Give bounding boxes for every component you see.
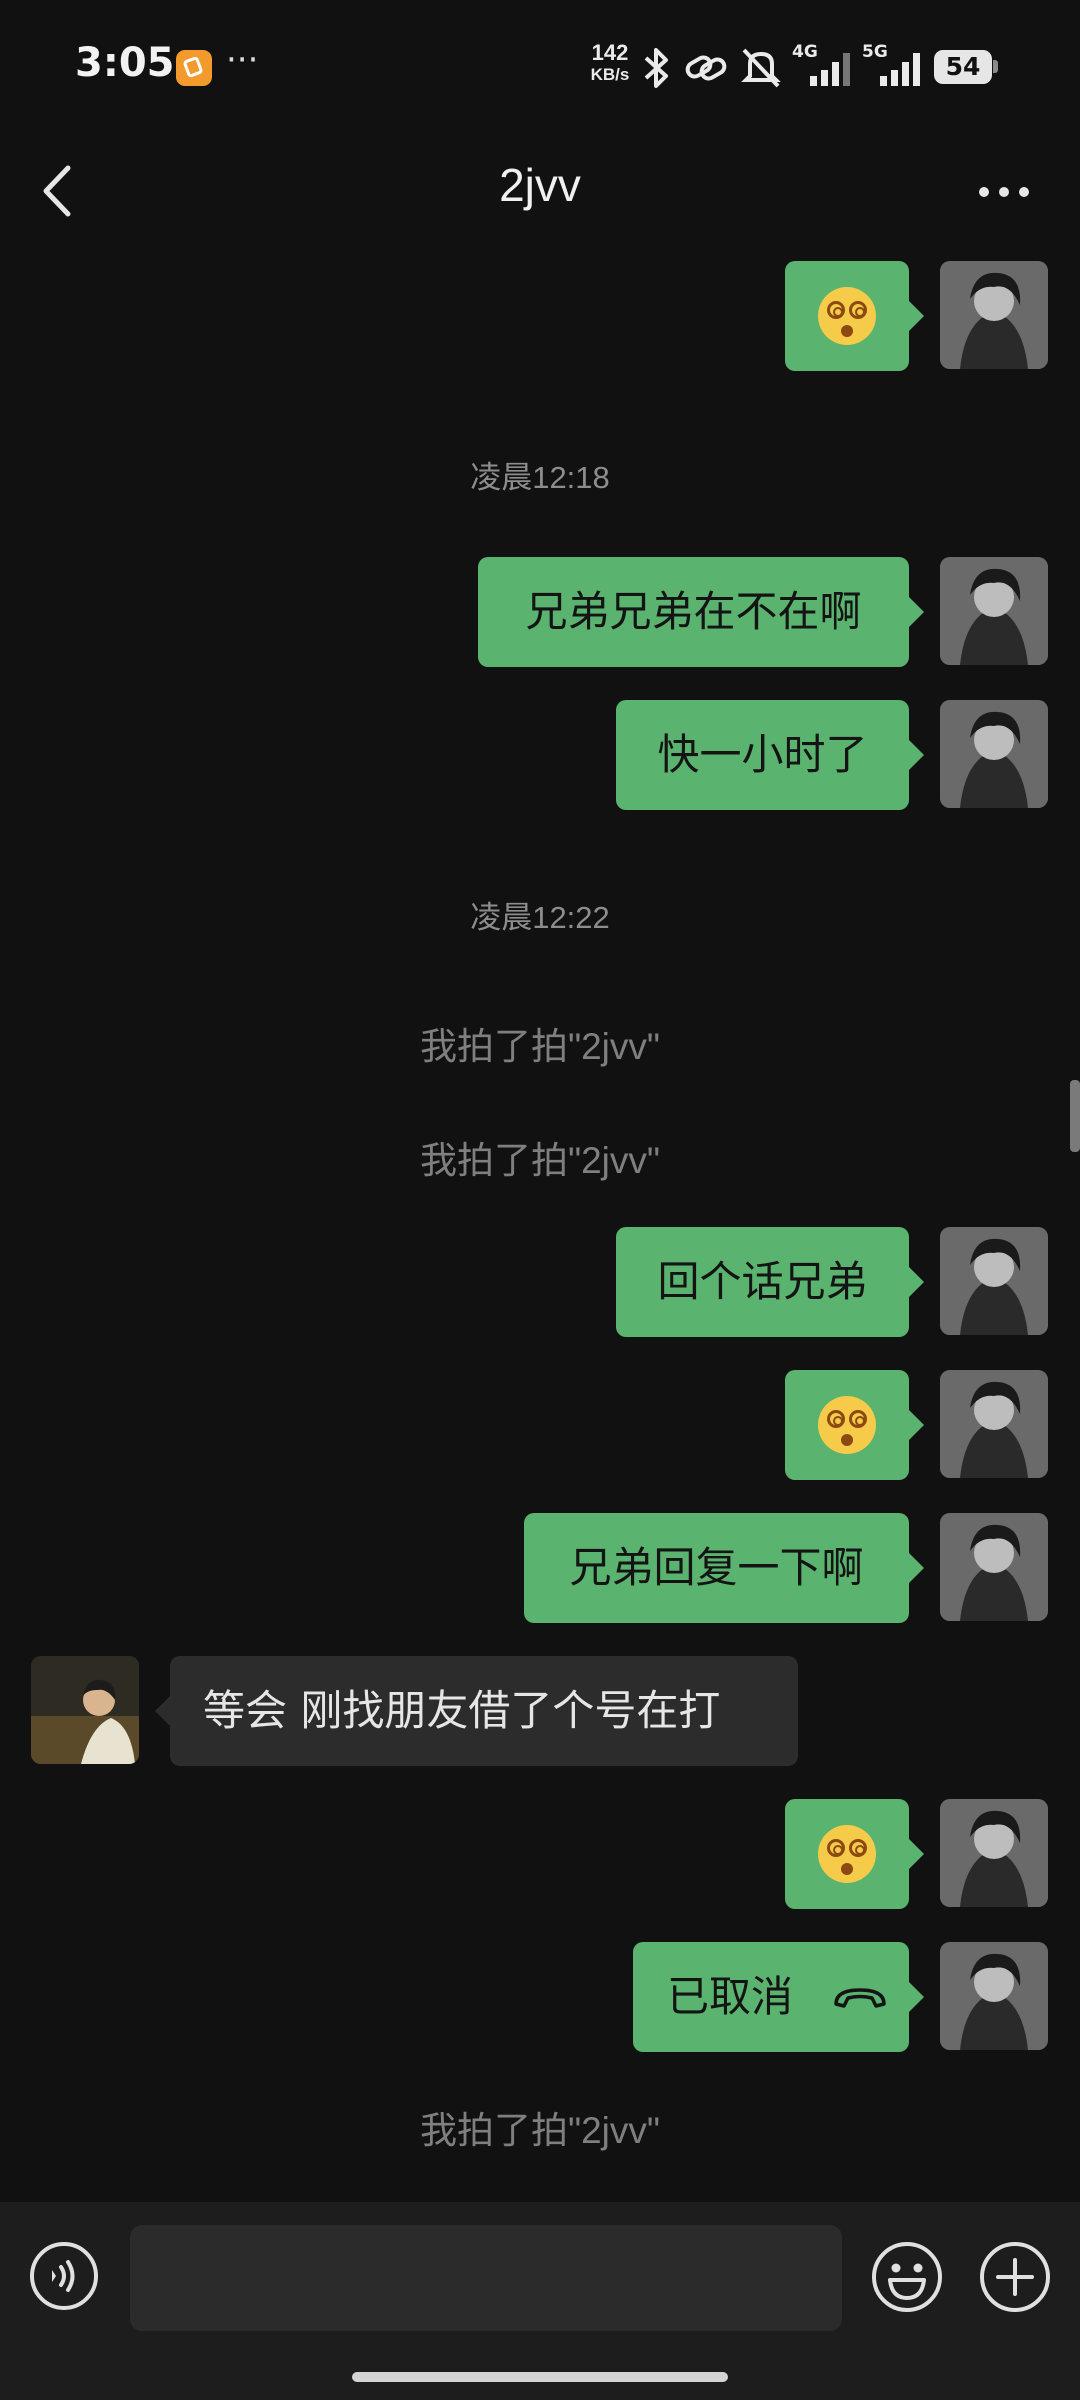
message-bubble[interactable]: 兄弟回复一下啊 — [524, 1513, 924, 1623]
message-bubble[interactable]: 快一小时了 — [616, 700, 924, 810]
network-speed-value: 142 — [591, 40, 629, 65]
avatar[interactable] — [940, 557, 1048, 665]
link-icon — [685, 55, 727, 81]
signal-icon — [810, 53, 850, 86]
message-bubble[interactable] — [785, 1370, 924, 1480]
message-bubble[interactable]: 等会 刚找朋友借了个号在打 — [155, 1656, 798, 1766]
avatar[interactable] — [940, 1513, 1048, 1621]
dizzy-face-emoji-icon — [818, 286, 876, 345]
more-horizontal-icon[interactable] — [974, 172, 1034, 212]
mute-icon — [741, 48, 781, 88]
bluetooth-icon — [644, 48, 668, 88]
status-time: 3:05 — [75, 40, 175, 86]
network-speed: 142 KB/s — [582, 42, 638, 86]
scrollbar[interactable] — [1070, 1080, 1080, 1152]
contact-avatar[interactable] — [31, 1656, 139, 1764]
home-indicator[interactable] — [352, 2372, 728, 2382]
message-bubble[interactable]: 回个话兄弟 — [616, 1227, 924, 1337]
chat-title: 2jvv — [499, 159, 581, 211]
network-speed-unit: KB/s — [590, 65, 630, 84]
pat-notice: 我拍了拍"2jvv" — [419, 1140, 661, 1181]
avatar[interactable] — [940, 700, 1048, 808]
message-bubble[interactable] — [785, 261, 924, 371]
call-status-text: 已取消 — [667, 1972, 794, 2021]
dizzy-face-emoji-icon — [818, 1395, 876, 1454]
status-more-indicator: ··· — [226, 40, 259, 80]
battery-tip — [993, 60, 998, 73]
avatar[interactable] — [940, 1370, 1048, 1478]
pat-notice: 我拍了拍"2jvv" — [419, 2110, 661, 2151]
battery-icon: 54 — [934, 50, 992, 84]
dizzy-face-emoji-icon — [818, 1824, 876, 1883]
avatar[interactable] — [940, 1799, 1048, 1907]
message-timestamp: 凌晨12:22 — [470, 900, 610, 935]
hangup-icon — [834, 1987, 887, 2008]
app-notification-icon — [176, 50, 212, 86]
plus-icon[interactable] — [978, 2240, 1052, 2314]
signal-icon — [880, 53, 920, 86]
call-cancelled-bubble[interactable]: 已取消 — [633, 1942, 924, 2052]
avatar[interactable] — [940, 1942, 1048, 2050]
message-bubble[interactable] — [785, 1799, 924, 1909]
voice-icon[interactable] — [28, 2240, 100, 2312]
chevron-left-icon[interactable] — [36, 160, 82, 222]
message-input[interactable] — [130, 2225, 842, 2331]
message-timestamp: 凌晨12:18 — [470, 460, 610, 495]
pat-notice: 我拍了拍"2jvv" — [419, 1026, 661, 1067]
message-bubble[interactable]: 兄弟兄弟在不在啊 — [478, 557, 924, 667]
avatar[interactable] — [940, 1227, 1048, 1335]
smiley-icon[interactable] — [870, 2240, 944, 2314]
avatar[interactable] — [940, 261, 1048, 369]
